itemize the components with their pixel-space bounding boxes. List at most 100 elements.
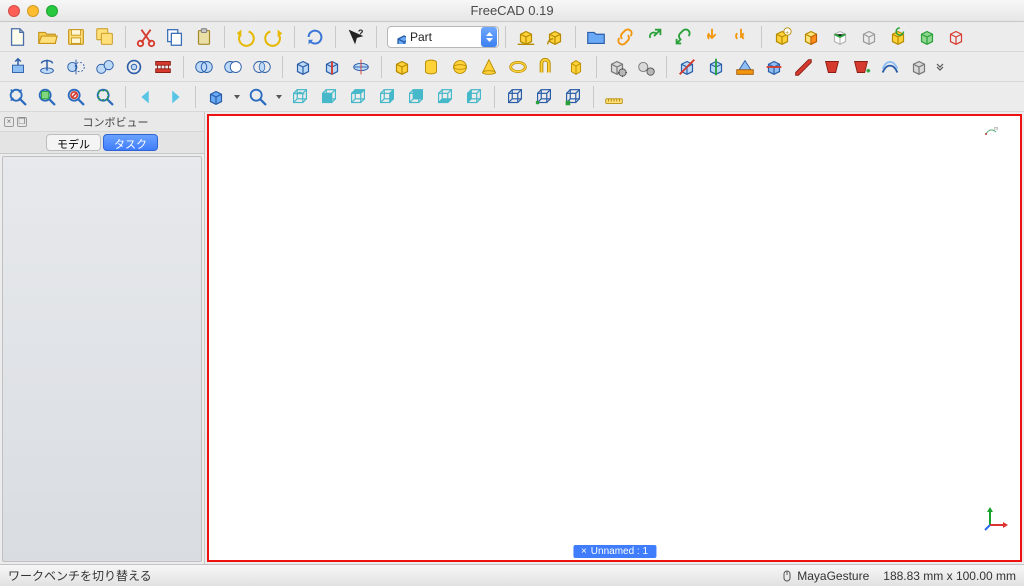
what-is-this-icon[interactable]: ? [342,24,370,50]
link-import-icon[interactable] [698,24,726,50]
window-title: FreeCAD 0.19 [0,3,1024,18]
boolean-union-icon[interactable] [190,54,218,80]
panel-close-icon[interactable]: × [4,117,14,127]
shape-gear-icon[interactable] [632,54,660,80]
cross-section-icon[interactable] [760,54,788,80]
nav-style-label: MayaGesture [797,569,869,583]
pipe-icon[interactable] [533,54,561,80]
link-import-all-icon[interactable] [727,24,755,50]
offset-3d-icon[interactable] [789,54,817,80]
open-file-icon[interactable] [33,24,61,50]
sphere-icon[interactable] [446,54,474,80]
dropdown-arrow-icon[interactable] [231,84,243,110]
part-cube-face-icon[interactable] [797,24,825,50]
toolbar-separator [494,86,495,108]
chamfer-icon[interactable] [120,54,148,80]
new-file-icon[interactable] [4,24,32,50]
undo-icon[interactable] [231,24,259,50]
fillet-icon[interactable] [91,54,119,80]
tab-model[interactable]: モデル [46,134,101,151]
main-area: × ❐ コンボビュー モデル タスク m [0,112,1024,564]
section-plane-icon[interactable] [731,54,759,80]
toolbar-separator [761,26,762,48]
workbench-part-icon [392,30,406,44]
toolbar-overflow-icon[interactable] [934,54,946,80]
zoom-search-icon[interactable] [244,84,272,110]
link-external-icon[interactable] [640,24,668,50]
part-cycle-icon[interactable] [884,24,912,50]
view-right-icon[interactable] [373,84,401,110]
thickness-icon[interactable] [876,54,904,80]
part-outline-icon[interactable] [942,24,970,50]
box-wire-2-icon[interactable] [530,84,558,110]
view-front-icon[interactable] [315,84,343,110]
projection-icon[interactable] [905,54,933,80]
revolve-icon[interactable] [33,54,61,80]
workbench-dropdown-icon[interactable] [481,27,497,47]
zoom-nosel-icon[interactable] [62,84,90,110]
part-create-icon[interactable]: + [768,24,796,50]
status-bar: ワークベンチを切り替える MayaGesture 188.83 mm x 100… [0,564,1024,586]
document-tab[interactable]: × Unnamed : 1 [573,545,656,558]
prism-icon[interactable] [562,54,590,80]
group-icon[interactable] [582,24,610,50]
box-wire-3-icon[interactable] [559,84,587,110]
view-left-icon[interactable] [460,84,488,110]
loft-add-icon[interactable] [847,54,875,80]
slice-icon[interactable] [347,54,375,80]
torus-icon[interactable] [504,54,532,80]
cut-icon[interactable] [132,24,160,50]
view-bottom-icon[interactable] [431,84,459,110]
loft-red-icon[interactable] [818,54,846,80]
combo-view-panel: × ❐ コンボビュー モデル タスク [0,112,205,564]
paste-icon[interactable] [190,24,218,50]
zoom-fit-icon[interactable] [4,84,32,110]
view-top-icon[interactable] [344,84,372,110]
box-wire-1-icon[interactable] [501,84,529,110]
zoom-select-icon[interactable] [33,84,61,110]
document-tab-label: Unnamed : 1 [591,546,648,557]
redo-icon[interactable] [260,24,288,50]
measure-distance-box-icon[interactable] [512,24,540,50]
copy-icon[interactable] [161,24,189,50]
workbench-selector[interactable]: Part [387,26,499,48]
box-icon[interactable] [388,54,416,80]
link-replace-icon[interactable] [669,24,697,50]
zoom-region-icon[interactable] [91,84,119,110]
ruler-icon[interactable] [600,84,628,110]
3d-viewport[interactable]: m × Unnamed : 1 [207,114,1022,562]
save-as-icon[interactable] [91,24,119,50]
iso-view-icon[interactable] [202,84,230,110]
part-ghost-icon[interactable] [855,24,883,50]
link-icon[interactable] [611,24,639,50]
save-file-icon[interactable] [62,24,90,50]
mirror-icon[interactable] [62,54,90,80]
compound-icon[interactable] [289,54,317,80]
measure-angle-box-icon[interactable] [541,24,569,50]
part-highlight-icon[interactable] [826,24,854,50]
svg-text:?: ? [358,28,364,38]
nav-forward-icon[interactable] [161,84,189,110]
boolean-intersect-icon[interactable] [248,54,276,80]
ruled-surface-icon[interactable] [149,54,177,80]
combo-view-content[interactable] [2,156,202,562]
view-iso2-icon[interactable] [286,84,314,110]
boolean-cut-icon[interactable] [219,54,247,80]
section-z-icon[interactable] [702,54,730,80]
nav-back-icon[interactable] [132,84,160,110]
cone-icon[interactable] [475,54,503,80]
toolbar-row-2 [0,52,1024,82]
dropdown-arrow-icon[interactable] [273,84,285,110]
tab-task[interactable]: タスク [103,134,158,151]
section-x-icon[interactable] [673,54,701,80]
part-green-icon[interactable] [913,24,941,50]
document-tab-close-icon[interactable]: × [581,546,587,557]
cylinder-icon[interactable] [417,54,445,80]
compound-split-icon[interactable] [318,54,346,80]
extrude-icon[interactable] [4,54,32,80]
nav-style-indicator[interactable]: MayaGesture [781,569,869,583]
view-rear-icon[interactable] [402,84,430,110]
builder-gear-icon[interactable] [603,54,631,80]
panel-detach-icon[interactable]: ❐ [17,117,27,127]
refresh-icon[interactable] [301,24,329,50]
